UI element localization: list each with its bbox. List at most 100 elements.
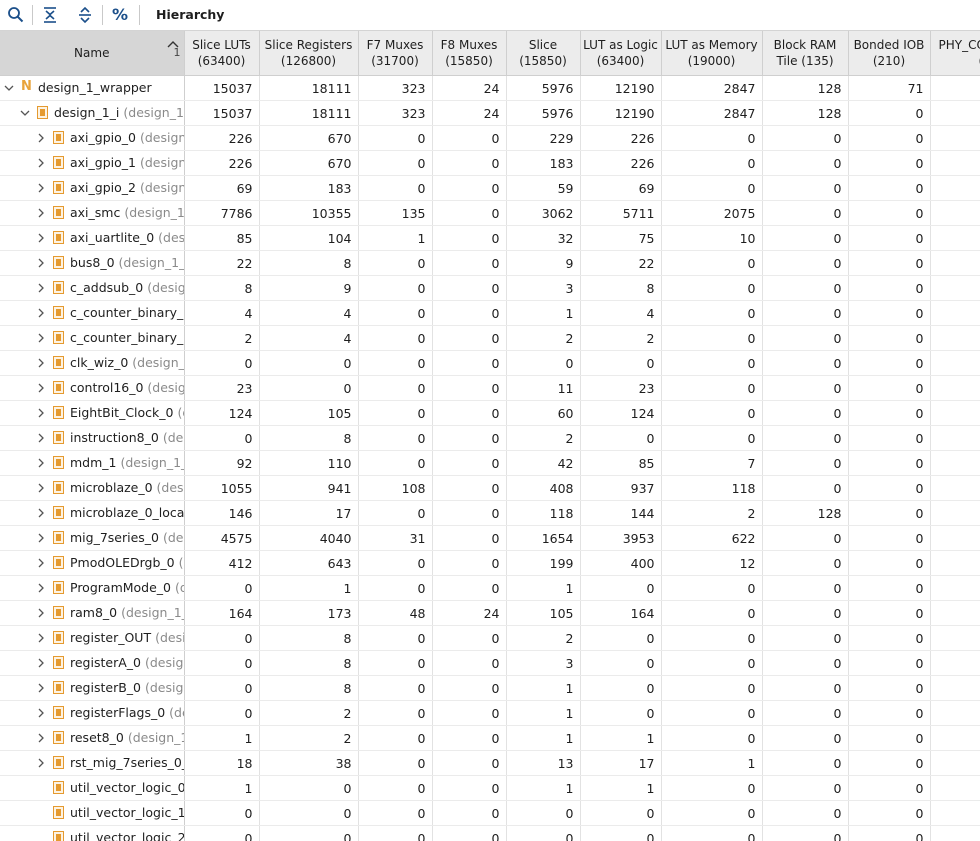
table-row[interactable]: axi_smc (design_1_a778610355135030625711… bbox=[0, 200, 980, 226]
percent-button[interactable]: % bbox=[108, 3, 132, 27]
table-row[interactable]: ProgramMode_0 (de010010000 bbox=[0, 575, 980, 601]
chevron-right-icon[interactable] bbox=[36, 132, 46, 144]
hierarchy-name-cell[interactable]: EightBit_Clock_0 (de bbox=[0, 400, 185, 426]
table-row[interactable]: reset8_0 (design_1_r120011000 bbox=[0, 725, 980, 751]
column-header-phy-control[interactable]: PHY_CO ( bbox=[930, 31, 980, 76]
hierarchy-name-cell[interactable]: microblaze_0_local_r bbox=[0, 500, 185, 526]
chevron-right-icon[interactable] bbox=[36, 382, 46, 394]
table-row[interactable]: util_vector_logic_1 (c000000000 bbox=[0, 800, 980, 826]
hierarchy-name-cell[interactable]: registerA_0 (design_ bbox=[0, 650, 185, 676]
hierarchy-name-cell[interactable]: clk_wiz_0 (design_1_ bbox=[0, 350, 185, 376]
chevron-right-icon[interactable] bbox=[36, 332, 46, 344]
table-row[interactable]: EightBit_Clock_0 (de1241050060124000 bbox=[0, 400, 980, 426]
column-header-slice-registers[interactable]: Slice Registers (126800) bbox=[259, 31, 359, 76]
chevron-right-icon[interactable] bbox=[36, 407, 46, 419]
table-row[interactable]: axi_gpio_2 (design_169183005969000 bbox=[0, 175, 980, 201]
chevron-right-icon[interactable] bbox=[36, 657, 46, 669]
chevron-right-icon[interactable] bbox=[36, 457, 46, 469]
chevron-right-icon[interactable] bbox=[36, 257, 46, 269]
table-row[interactable]: axi_gpio_0 (design_122667000229226000 bbox=[0, 125, 980, 151]
hierarchy-name-cell[interactable]: c_counter_binary_1 ( bbox=[0, 325, 185, 351]
hierarchy-name-cell[interactable]: mig_7series_0 (desig bbox=[0, 525, 185, 551]
column-header-slice[interactable]: Slice (15850) bbox=[506, 31, 581, 76]
collapse-all-button[interactable] bbox=[38, 3, 62, 27]
chevron-right-icon[interactable] bbox=[36, 507, 46, 519]
hierarchy-name-cell[interactable]: util_vector_logic_1 (c bbox=[0, 800, 185, 826]
table-row[interactable]: c_counter_binary_0 (440014000 bbox=[0, 300, 980, 326]
table-row[interactable]: axi_uartlite_0 (design851041032751000 bbox=[0, 225, 980, 251]
chevron-down-icon[interactable] bbox=[20, 107, 30, 119]
chevron-right-icon[interactable] bbox=[36, 307, 46, 319]
hierarchy-name-cell[interactable]: mdm_1 (design_1_m bbox=[0, 450, 185, 476]
chevron-right-icon[interactable] bbox=[36, 432, 46, 444]
table-row[interactable]: registerFlags_0 (desi020010000 bbox=[0, 700, 980, 726]
hierarchy-name-cell[interactable]: axi_uartlite_0 (design bbox=[0, 225, 185, 251]
table-row[interactable]: mig_7series_0 (desig45754040310165439536… bbox=[0, 525, 980, 551]
chevron-right-icon[interactable] bbox=[36, 682, 46, 694]
table-row[interactable]: design_1_i (design_1) 15037 18111 323 24 5976… bbox=[0, 100, 980, 126]
hierarchy-name-cell[interactable]: axi_gpio_0 (design_1 bbox=[0, 125, 185, 151]
chevron-right-icon[interactable] bbox=[36, 757, 46, 769]
hierarchy-name-cell[interactable]: registerFlags_0 (desi bbox=[0, 700, 185, 726]
hierarchy-name-cell[interactable]: Ndesign_1_wrapper bbox=[0, 75, 185, 101]
hierarchy-name-cell[interactable]: ram8_0 (design_1_ra bbox=[0, 600, 185, 626]
hierarchy-name-cell[interactable]: util_vector_logic_0 (c bbox=[0, 775, 185, 801]
table-row[interactable]: register_OUT (desig080020000 bbox=[0, 625, 980, 651]
hierarchy-name-cell[interactable]: control16_0 (design_ bbox=[0, 375, 185, 401]
hierarchy-name-cell[interactable]: bus8_0 (design_1_bu bbox=[0, 250, 185, 276]
hierarchy-name-cell[interactable]: PmodOLEDrgb_0 (d bbox=[0, 550, 185, 576]
hierarchy-name-cell[interactable]: c_counter_binary_0 ( bbox=[0, 300, 185, 326]
chevron-right-icon[interactable] bbox=[36, 182, 46, 194]
chevron-right-icon[interactable] bbox=[36, 157, 46, 169]
table-row[interactable]: microblaze_0 (desig105594110804089371180… bbox=[0, 475, 980, 501]
chevron-right-icon[interactable] bbox=[36, 557, 46, 569]
table-row[interactable]: registerB_0 (design_080010000 bbox=[0, 675, 980, 701]
hierarchy-name-cell[interactable]: reset8_0 (design_1_r bbox=[0, 725, 185, 751]
hierarchy-name-cell[interactable]: c_addsub_0 (design_ bbox=[0, 275, 185, 301]
chevron-right-icon[interactable] bbox=[36, 357, 46, 369]
hierarchy-name-cell[interactable]: microblaze_0 (desig bbox=[0, 475, 185, 501]
chevron-right-icon[interactable] bbox=[36, 732, 46, 744]
table-row[interactable]: microblaze_0_local_r146170011814421280 bbox=[0, 500, 980, 526]
table-row[interactable]: c_addsub_0 (design_890038000 bbox=[0, 275, 980, 301]
table-row[interactable]: c_counter_binary_1 (240022000 bbox=[0, 325, 980, 351]
table-row[interactable]: registerA_0 (design_080030000 bbox=[0, 650, 980, 676]
table-row[interactable]: rst_mig_7series_0_811838001317100 bbox=[0, 750, 980, 776]
hierarchy-name-cell[interactable]: util_vector_logic_2 (c bbox=[0, 825, 185, 841]
column-header-name[interactable]: Name 1 bbox=[0, 31, 185, 76]
hierarchy-name-cell[interactable]: rst_mig_7series_0_81 bbox=[0, 750, 185, 776]
table-row[interactable]: mdm_1 (design_1_m92110004285700 bbox=[0, 450, 980, 476]
table-row[interactable]: instruction8_0 (desig080020000 bbox=[0, 425, 980, 451]
column-header-f8-muxes[interactable]: F8 Muxes (15850) bbox=[432, 31, 507, 76]
hierarchy-name-cell[interactable]: axi_smc (design_1_a bbox=[0, 200, 185, 226]
search-button[interactable] bbox=[4, 3, 28, 27]
chevron-right-icon[interactable] bbox=[36, 607, 46, 619]
table-row[interactable]: axi_gpio_1 (design_122667000183226000 bbox=[0, 150, 980, 176]
chevron-right-icon[interactable] bbox=[36, 632, 46, 644]
table-row[interactable]: Ndesign_1_wrapper 15037 18111 323 24 5976 1219… bbox=[0, 75, 980, 101]
table-row[interactable]: ram8_0 (design_1_ra1641734824105164000 bbox=[0, 600, 980, 626]
expand-all-button[interactable] bbox=[73, 3, 97, 27]
column-header-slice-luts[interactable]: Slice LUTs (63400) bbox=[184, 31, 260, 76]
table-row[interactable]: bus8_0 (design_1_bu22800922000 bbox=[0, 250, 980, 276]
hierarchy-name-cell[interactable]: registerB_0 (design_ bbox=[0, 675, 185, 701]
column-header-lut-as-logic[interactable]: LUT as Logic (63400) bbox=[580, 31, 662, 76]
hierarchy-name-cell[interactable]: axi_gpio_2 (design_1 bbox=[0, 175, 185, 201]
chevron-right-icon[interactable] bbox=[36, 232, 46, 244]
table-row[interactable]: clk_wiz_0 (design_1_000000000 bbox=[0, 350, 980, 376]
column-header-f7-muxes[interactable]: F7 Muxes (31700) bbox=[358, 31, 433, 76]
hierarchy-name-cell[interactable]: instruction8_0 (desig bbox=[0, 425, 185, 451]
table-row[interactable]: control16_0 (design_230001123000 bbox=[0, 375, 980, 401]
chevron-down-icon[interactable] bbox=[4, 82, 14, 94]
column-header-block-ram-tile[interactable]: Block RAM Tile (135) bbox=[762, 31, 849, 76]
chevron-right-icon[interactable] bbox=[36, 532, 46, 544]
chevron-right-icon[interactable] bbox=[36, 207, 46, 219]
table-row[interactable]: util_vector_logic_0 (c100011000 bbox=[0, 775, 980, 801]
hierarchy-table-container[interactable]: Name 1 Slice LUTs (63400) Slice Registers… bbox=[0, 31, 980, 841]
table-row[interactable]: PmodOLEDrgb_0 (d412643001994001200 bbox=[0, 550, 980, 576]
hierarchy-name-cell[interactable]: register_OUT (desig bbox=[0, 625, 185, 651]
chevron-right-icon[interactable] bbox=[36, 482, 46, 494]
hierarchy-name-cell[interactable]: design_1_i (design_1) bbox=[0, 100, 185, 126]
column-header-lut-as-memory[interactable]: LUT as Memory (19000) bbox=[661, 31, 763, 76]
hierarchy-name-cell[interactable]: ProgramMode_0 (de bbox=[0, 575, 185, 601]
